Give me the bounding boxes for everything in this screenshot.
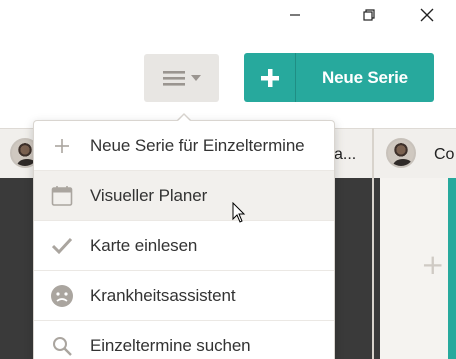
mouse-cursor-icon [232,202,246,223]
plus-icon [244,53,296,102]
plus-icon [34,138,90,154]
checkmark-icon [34,237,90,255]
menu-toggle-button[interactable] [144,54,219,102]
column-name: Co [434,146,455,163]
restore-button[interactable] [349,0,389,30]
restore-icon [363,9,375,21]
menu-item-read-card[interactable]: Karte einlesen [34,221,334,271]
new-series-label: Neue Serie [322,67,408,87]
dropdown-caret-fill [177,115,191,122]
menu-item-new-series-single[interactable]: Neue Serie für Einzeltermine [34,121,334,171]
menu-item-label: Einzeltermine suchen [90,335,251,355]
column-name: a... [334,146,357,163]
menu-item-search-appointments[interactable]: Einzeltermine suchen [34,321,334,359]
menu-item-label: Karte einlesen [90,235,198,255]
new-series-button[interactable]: Neue Serie [244,53,434,102]
menu-item-label: Visueller Planer [90,185,208,205]
menu-item-sickness-assistant[interactable]: Krankheitsassistent [34,271,334,321]
menu-item-visual-planner[interactable]: Visueller Planer [34,171,334,221]
dropdown-menu: Neue Serie für Einzeltermine Visueller P… [33,120,335,359]
add-appointment-icon[interactable]: + [421,248,444,281]
menu-item-label: Neue Serie für Einzeltermine [90,135,305,155]
minimize-button[interactable] [275,0,315,30]
close-button[interactable] [407,0,447,30]
sick-face-icon [34,284,90,308]
avatar[interactable] [386,138,416,168]
scroll-indicator[interactable] [448,178,456,359]
chevron-down-icon [190,75,201,81]
close-icon [420,8,434,22]
search-icon [34,336,90,356]
calendar-icon [34,185,90,207]
hamburger-icon [162,71,185,86]
minimize-icon [290,14,300,16]
menu-item-label: Krankheitsassistent [90,285,236,305]
